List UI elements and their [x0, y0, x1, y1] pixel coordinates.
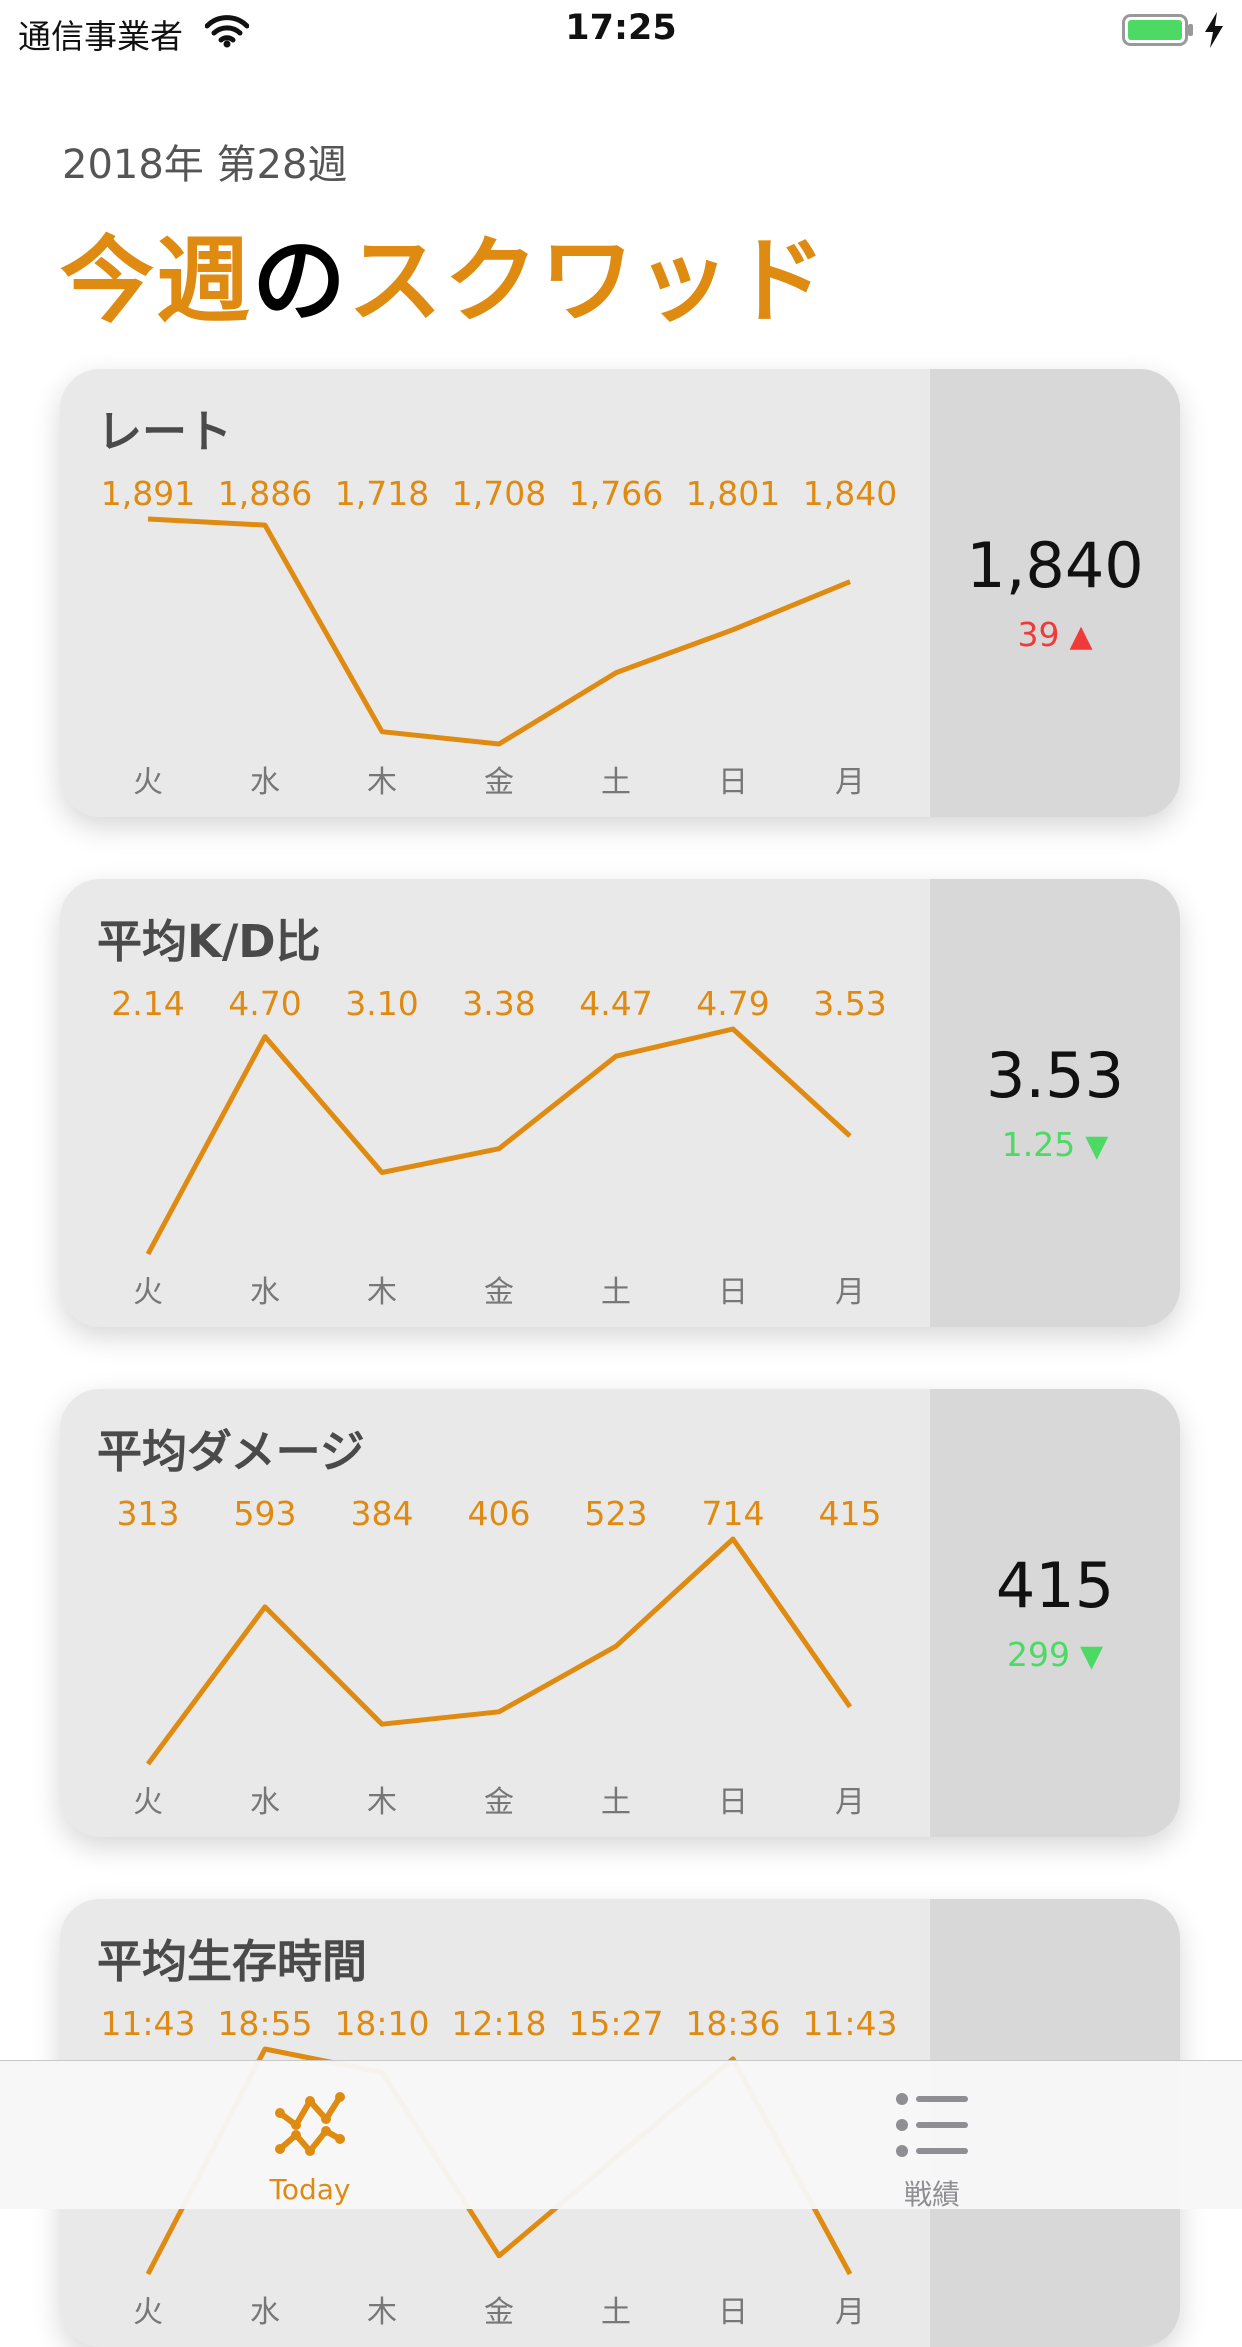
battery-icon — [1122, 14, 1193, 46]
tab-record[interactable]: 戦績 — [782, 2061, 1082, 2211]
x-tick-label: 金 — [484, 2295, 514, 2330]
delta-value: 39 — [1017, 615, 1060, 654]
title-part-1: 今週 — [60, 227, 253, 336]
x-tick-label: 日 — [718, 1275, 748, 1310]
data-label: 714 — [702, 1494, 765, 1533]
data-label: 1,718 — [335, 474, 429, 513]
data-label: 11:43 — [100, 2004, 195, 2043]
data-label: 415 — [819, 1494, 882, 1533]
x-tick-label: 月 — [835, 1785, 865, 1820]
data-label: 4.70 — [228, 984, 301, 1023]
x-tick-label: 土 — [601, 1275, 631, 1310]
data-label: 1,801 — [686, 474, 780, 513]
title-part-3: スクワッド — [348, 227, 829, 336]
data-label: 12:18 — [451, 2004, 546, 2043]
data-label: 523 — [585, 1494, 648, 1533]
data-label: 3.10 — [345, 984, 418, 1023]
series-line — [145, 1026, 852, 1256]
data-label: 4.79 — [696, 984, 769, 1023]
kd-chart: 2.14 4.70 3.10 3.38 4.47 4.79 3.53 火 水 木 金 土 日 月 — [111, 984, 886, 1310]
x-tick-label: 水 — [250, 1785, 280, 1820]
current-value: 3.53 — [985, 1039, 1125, 1112]
x-tick-label: 火 — [133, 2295, 163, 2330]
x-tick-label: 日 — [718, 2295, 748, 2330]
series-line — [147, 516, 851, 747]
tab-record-label: 戦績 — [903, 2178, 960, 2211]
charging-bolt-icon — [1205, 12, 1223, 48]
data-label: 3.38 — [462, 984, 535, 1023]
delta-value: 299 — [1006, 1635, 1070, 1674]
data-label: 18:55 — [217, 2004, 312, 2043]
x-tick-label: 火 — [133, 1275, 163, 1310]
down-arrow-icon: ▼ — [1085, 1129, 1109, 1164]
delta-indicator: 1.25 ▼ — [930, 1125, 1180, 1164]
x-tick-label: 土 — [601, 2295, 631, 2330]
data-label: 1,840 — [803, 474, 897, 513]
data-label: 18:10 — [334, 2004, 429, 2043]
data-label: 15:27 — [568, 2004, 663, 2043]
status-bar: 通信事業者 17:25 — [0, 0, 1242, 60]
data-label: 4.47 — [579, 984, 652, 1023]
tab-bar: Today 戦績 — [0, 2060, 1242, 2211]
data-label: 1,708 — [452, 474, 546, 513]
x-tick-label: 木 — [367, 1785, 397, 1820]
data-label: 593 — [234, 1494, 297, 1533]
x-tick-label: 土 — [601, 765, 631, 800]
rate-chart: 1,891 1,886 1,718 1,708 1,766 1,801 1,840 火 水 木 金 土… — [101, 474, 897, 800]
kd-card[interactable]: 平均K/D比 2.14 4.70 3.10 3.38 4.47 4.79 3.53 火水木金土… — [60, 879, 1180, 1327]
x-tick-label: 水 — [250, 2295, 280, 2330]
x-tick-label: 木 — [367, 2295, 397, 2330]
page-title: 今週のスクワッド — [60, 205, 828, 341]
tab-today[interactable]: Today — [160, 2061, 460, 2209]
x-tick-label: 月 — [835, 2295, 865, 2330]
data-label: 1,891 — [101, 474, 195, 513]
data-label: 1,766 — [569, 474, 663, 513]
x-tick-label: 金 — [484, 1275, 514, 1310]
x-tick-label: 月 — [835, 765, 865, 800]
data-label: 11:43 — [802, 2004, 897, 2043]
data-label: 1,886 — [218, 474, 312, 513]
down-arrow-icon: ▼ — [1079, 1639, 1104, 1674]
series-line — [145, 1536, 853, 1766]
data-label: 406 — [468, 1494, 531, 1533]
clock: 17:25 — [565, 8, 677, 48]
x-tick-label: 月 — [835, 1275, 865, 1310]
x-tick-label: 木 — [367, 1275, 397, 1310]
damage-chart: 313 593 384 406 523 714 415 火 水 木 金 土 日 月 — [117, 1494, 882, 1820]
current-value: 415 — [995, 1549, 1115, 1622]
data-label: 384 — [351, 1494, 414, 1533]
data-label: 3.53 — [813, 984, 886, 1023]
x-tick-label: 土 — [601, 1785, 631, 1820]
data-label: 2.14 — [111, 984, 184, 1023]
x-tick-label: 木 — [367, 765, 397, 800]
delta-indicator: 299 ▼ — [930, 1635, 1180, 1674]
up-arrow-icon: ▲ — [1069, 619, 1093, 654]
x-tick-label: 金 — [484, 1785, 514, 1820]
trend-icon — [275, 2092, 345, 2156]
title-part-2: の — [252, 227, 349, 336]
data-label: 313 — [117, 1494, 180, 1533]
delta-indicator: 39 ▲ — [930, 615, 1180, 654]
rate-card[interactable]: レート 1,891 1,886 1,718 1,708 1,766 1,801 1,840 火… — [60, 369, 1180, 817]
damage-card[interactable]: 平均ダメージ 313 593 384 406 523 714 415 火水木金土日月 415 … — [60, 1389, 1180, 1837]
data-label: 18:36 — [685, 2004, 780, 2043]
x-tick-label: 水 — [250, 765, 280, 800]
tab-today-label: Today — [269, 2173, 351, 2206]
x-tick-label: 日 — [718, 765, 748, 800]
current-value: 1,840 — [966, 529, 1144, 602]
week-label: 2018年 第28週 — [62, 142, 348, 188]
x-tick-label: 火 — [133, 1785, 163, 1820]
list-icon — [896, 2093, 968, 2157]
x-tick-label: 水 — [250, 1275, 280, 1310]
x-tick-label: 金 — [484, 765, 514, 800]
x-tick-label: 火 — [133, 765, 163, 800]
delta-value: 1.25 — [1001, 1125, 1076, 1164]
x-tick-label: 日 — [718, 1785, 748, 1820]
